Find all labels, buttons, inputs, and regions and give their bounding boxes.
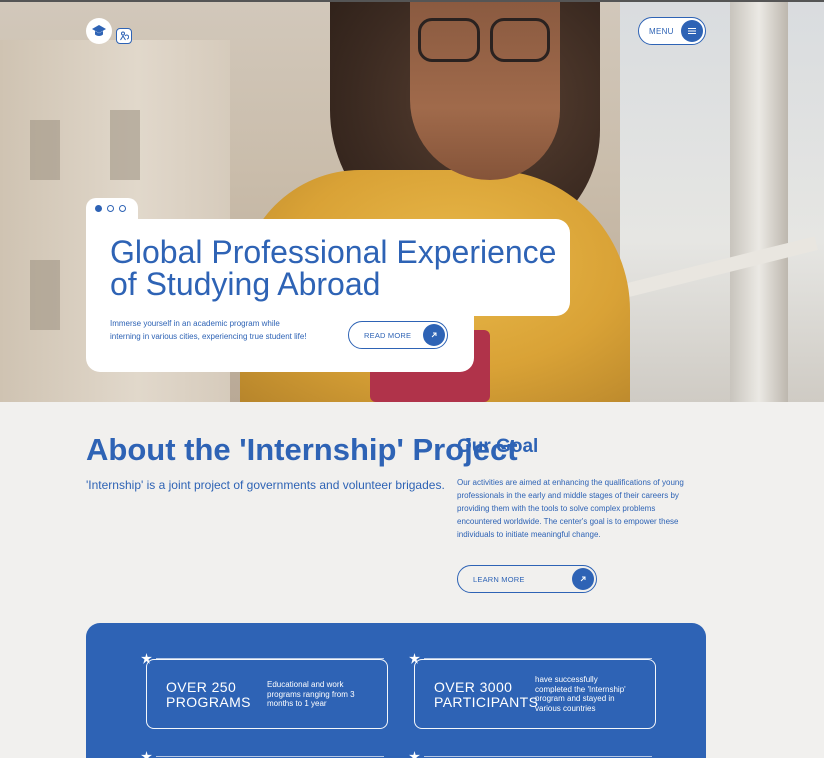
stat-text: have successfully completed the 'Interns… <box>535 675 626 713</box>
slider-dot-2[interactable] <box>107 205 114 212</box>
accessibility-button[interactable] <box>116 28 132 44</box>
read-more-button[interactable]: READ MORE <box>348 321 448 349</box>
star-icon <box>141 751 152 758</box>
hero-title: Global Professional Experience of Studyi… <box>110 234 557 302</box>
stat-number: OVER 250 PROGRAMS <box>166 679 251 710</box>
slider-dot-3[interactable] <box>119 205 126 212</box>
learn-more-label: LEARN MORE <box>473 574 525 584</box>
star-icon <box>409 751 420 758</box>
stat-text: Educational and work programs ranging fr… <box>267 680 355 708</box>
menu-label: MENU <box>649 26 674 36</box>
accessibility-icon <box>120 31 129 41</box>
about-title: About the 'Internship' Project <box>86 432 518 467</box>
hero-description: Immerse yourself in an academic program … <box>110 319 307 341</box>
arrow-up-right-icon <box>423 324 445 346</box>
menu-button[interactable]: MENU <box>638 17 706 45</box>
slider-dot-1[interactable] <box>95 205 102 212</box>
stat-number: OVER 3000 PARTICIPANTS <box>434 679 539 710</box>
stats-panel: OVER 250 PROGRAMS Educational and work p… <box>86 623 706 758</box>
learn-more-button[interactable]: LEARN MORE <box>457 565 597 593</box>
goal-title: Our Goal <box>457 436 539 457</box>
about-subtitle: 'Internship' is a joint project of gover… <box>86 478 445 492</box>
hamburger-icon <box>681 20 703 42</box>
read-more-label: READ MORE <box>364 330 412 340</box>
logo[interactable] <box>86 18 112 44</box>
goal-description: Our activities are aimed at enhancing th… <box>457 478 684 539</box>
arrow-up-right-icon <box>572 568 594 590</box>
graduation-cap-icon <box>92 25 106 36</box>
